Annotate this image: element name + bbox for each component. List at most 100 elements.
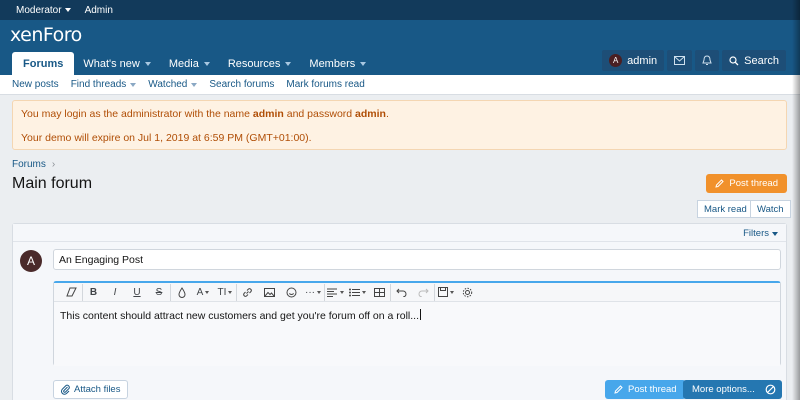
site-header: xenForo (0, 20, 800, 50)
subnav-find-threads[interactable]: Find threads (71, 79, 137, 90)
redo-icon[interactable] (412, 284, 434, 301)
tab-resources[interactable]: Resources (219, 53, 301, 75)
font-label: A (196, 286, 204, 298)
chevron-down-icon (340, 290, 344, 294)
more-options-icon[interactable]: ··· (302, 284, 324, 301)
font-size-button[interactable]: TI (214, 284, 236, 301)
bell-icon (702, 55, 712, 65)
subnav-new-posts[interactable]: New posts (12, 79, 59, 90)
subnav-watched[interactable]: Watched (148, 79, 198, 90)
tab-members[interactable]: Members (300, 53, 375, 75)
search-icon (729, 55, 739, 65)
notice-line-1: You may login as the administrator with … (21, 108, 778, 121)
cancel-button[interactable] (759, 380, 782, 399)
strike-label: S (155, 286, 163, 298)
drafts-icon[interactable] (434, 283, 456, 301)
chevron-down-icon (205, 290, 210, 294)
more-options-button[interactable]: More options... (683, 380, 764, 399)
tab-label: Members (309, 58, 356, 70)
chevron-down-icon[interactable] (144, 62, 151, 66)
notice-username: admin (252, 108, 284, 120)
strikethrough-button[interactable]: S (148, 284, 170, 301)
rich-text-editor: B I U S A TI ··· This content should att… (53, 281, 781, 366)
mark-read-button[interactable]: Mark read (697, 200, 754, 218)
moderator-menu[interactable]: Moderator (16, 5, 71, 16)
tab-media[interactable]: Media (160, 53, 219, 75)
italic-button[interactable]: I (104, 284, 126, 301)
alerts-button[interactable] (695, 50, 720, 71)
clear-formatting-icon[interactable] (60, 284, 82, 301)
breadcrumb: Forums › (12, 159, 55, 170)
more-options-label: More options... (692, 384, 755, 395)
quick-thread-form: A B I U S A TI (13, 242, 786, 400)
submit-post-thread-button[interactable]: Post thread (605, 380, 686, 399)
editor-content[interactable]: This content should attract new customer… (54, 302, 780, 366)
chevron-down-icon (130, 82, 137, 87)
filter-bar: Filters (13, 224, 786, 242)
size-label: TI (217, 286, 227, 298)
avatar: A (20, 250, 42, 272)
list-icon[interactable] (346, 284, 368, 301)
search-button[interactable]: Search (722, 50, 786, 71)
undo-icon[interactable] (390, 283, 412, 301)
underline-label: U (133, 286, 141, 298)
notice-text: and password (283, 108, 356, 120)
image-icon[interactable] (258, 284, 280, 301)
subnav-label: Watched (148, 79, 188, 90)
editor-text: This content should attract new customer… (60, 310, 419, 322)
gear-icon[interactable] (456, 284, 478, 301)
logo-text-a: xen (10, 24, 43, 46)
admin-link[interactable]: Admin (85, 5, 113, 16)
smilie-icon[interactable] (280, 284, 302, 301)
account-button[interactable]: A admin (602, 50, 665, 71)
table-icon[interactable] (368, 284, 390, 301)
account-name: admin (627, 54, 658, 67)
logo-text-b: Foro (42, 24, 82, 46)
thread-list-block: Filters A B I U S A TI (12, 223, 787, 400)
chevron-down-icon (64, 8, 71, 12)
chevron-down-icon[interactable] (360, 62, 367, 66)
breadcrumb-separator-icon: › (51, 159, 56, 170)
notice-text: . (385, 108, 389, 120)
subnav-mark-forums-read[interactable]: Mark forums read (286, 79, 364, 90)
chevron-down-icon (361, 290, 366, 294)
window-edge-shadow (792, 0, 800, 400)
account-nav: A admin Search (602, 50, 786, 71)
breadcrumb-forums[interactable]: Forums (12, 159, 46, 170)
search-label: Search (744, 54, 779, 67)
staff-bar: Moderator Admin (0, 0, 800, 20)
watch-button[interactable]: Watch (750, 200, 791, 218)
site-logo[interactable]: xenForo (10, 24, 82, 46)
thread-title-input[interactable] (53, 249, 781, 270)
chevron-down-icon (317, 290, 321, 294)
filters-menu[interactable]: Filters (743, 228, 778, 239)
tab-whats-new[interactable]: What's new (74, 53, 160, 75)
post-thread-button[interactable]: Post thread (706, 174, 787, 193)
post-thread-label: Post thread (729, 178, 778, 189)
attach-files-button[interactable]: Attach files (53, 380, 129, 399)
notice-line-2: Your demo will expire on Jul 1, 2019 at … (21, 132, 312, 144)
underline-button[interactable]: U (126, 284, 148, 301)
notice-text: You may login as the administrator with … (21, 108, 253, 120)
tab-label: Resources (227, 58, 281, 70)
font-family-button[interactable]: A (192, 284, 214, 301)
tab-label: What's new (83, 58, 140, 70)
inbox-button[interactable] (667, 50, 693, 71)
paperclip-icon (61, 384, 70, 395)
main-nav: Forums What's new Media Resources Member… (0, 50, 800, 75)
bold-button[interactable]: B (82, 283, 104, 301)
demo-notice: You may login as the administrator with … (12, 100, 787, 150)
tab-label: Forums (23, 57, 64, 70)
chevron-down-icon[interactable] (203, 62, 210, 66)
text-color-button[interactable] (170, 283, 192, 301)
chevron-down-icon (449, 290, 454, 294)
link-icon[interactable] (236, 283, 258, 301)
chevron-down-icon[interactable] (285, 62, 292, 66)
tab-forums[interactable]: Forums (12, 52, 75, 75)
page-title: Main forum (12, 175, 93, 192)
text-caret (420, 309, 421, 320)
filters-label: Filters (743, 228, 769, 239)
sub-nav: New posts Find threads Watched Search fo… (0, 75, 800, 95)
align-icon[interactable] (324, 283, 346, 301)
subnav-search-forums[interactable]: Search forums (209, 79, 274, 90)
